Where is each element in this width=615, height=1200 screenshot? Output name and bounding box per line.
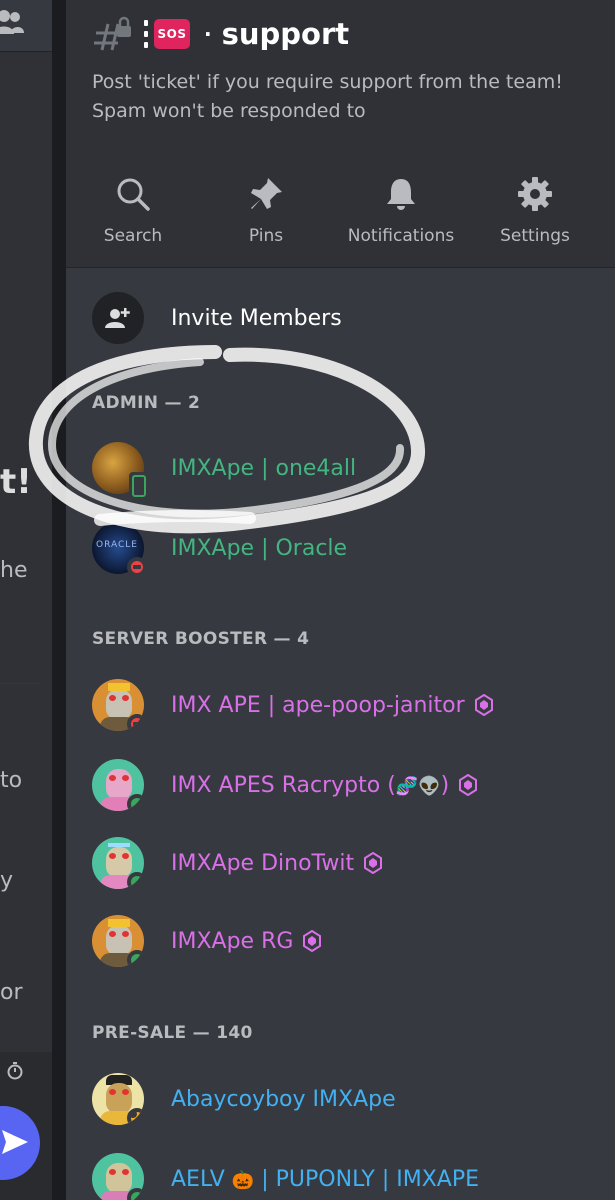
bell-icon — [387, 179, 415, 210]
idle-status-icon — [127, 1108, 144, 1125]
member-name-text: AELV — [171, 1166, 232, 1192]
invite-members-label: Invite Members — [171, 305, 342, 331]
search-label: Search — [103, 226, 163, 246]
send-icon — [2, 1130, 28, 1154]
avatar — [92, 1073, 144, 1125]
separator-dots — [144, 20, 148, 48]
section-header-server-booster: SERVER BOOSTER — 4 — [92, 629, 310, 649]
online-status-icon — [127, 794, 144, 811]
server-booster-icon — [364, 852, 383, 874]
member-item[interactable]: IMXApe | one4all — [92, 440, 602, 500]
notifications-button[interactable]: Notifications — [334, 176, 468, 246]
background-top-bar — [0, 0, 52, 52]
channel-actions: Search Pins Notifications Settings — [66, 176, 615, 256]
channel-drawer: SOS · support Post 'ticket' if you requi… — [66, 0, 615, 1200]
invite-members-button[interactable]: Invite Members — [92, 292, 342, 344]
avatar — [92, 837, 144, 889]
locked-channel-hash-icon — [94, 16, 131, 51]
title-separator: · — [204, 22, 212, 46]
member-name: IMXApe | one4all — [171, 455, 357, 481]
background-text-fragment: or — [0, 980, 23, 1005]
dnd-status-icon — [127, 557, 147, 577]
add-user-icon — [92, 292, 144, 344]
channel-name: support — [221, 17, 350, 51]
pins-label: Pins — [248, 226, 284, 246]
notifications-label: Notifications — [347, 226, 455, 246]
server-booster-icon — [474, 694, 493, 716]
section-header-pre-sale: PRE-SALE — 140 — [92, 1023, 253, 1043]
sos-emoji: SOS — [154, 19, 190, 49]
member-name: IMX APE | ape-poop-janitor — [171, 692, 465, 718]
member-item[interactable]: IMXApe DinoTwit — [92, 835, 602, 891]
member-item[interactable]: IMX APES Racrypto (🧬👽) — [92, 757, 602, 813]
mobile-status-icon — [129, 472, 149, 500]
member-item[interactable]: Abaycoyboy IMXApe — [92, 1071, 602, 1127]
avatar — [92, 442, 149, 500]
member-name: IMXApe DinoTwit — [171, 850, 355, 876]
timer-icon[interactable] — [6, 1062, 24, 1080]
background-chat-panel: t! he to y or — [0, 0, 52, 1200]
section-header-admin: ADMIN — 2 — [92, 393, 201, 413]
member-item[interactable]: IMX APE | ape-poop-janitor — [92, 677, 602, 733]
background-text-fragment: y — [0, 868, 14, 893]
dna-alien-emoji: 🧬👽 — [395, 775, 441, 797]
channel-topic: Post 'ticket' if you require support fro… — [92, 71, 563, 122]
settings-button[interactable]: Settings — [468, 176, 602, 246]
avatar — [92, 915, 144, 967]
server-booster-icon — [459, 774, 478, 796]
search-button[interactable]: Search — [66, 176, 200, 246]
member-name-suffix: | PUPONLY | IMXAPE — [254, 1166, 480, 1192]
member-name: IMX APES Racrypto (🧬👽) — [171, 773, 449, 798]
search-icon — [117, 178, 150, 211]
pumpkin-emoji: 🎃 — [231, 1169, 255, 1191]
member-name-text: IMX APES Racrypto ( — [171, 772, 396, 798]
avatar: ORACLE — [92, 522, 147, 577]
member-item[interactable]: AELV 🎃 | PUPONLY | IMXAPE — [92, 1151, 602, 1200]
members-icon[interactable] — [0, 8, 24, 36]
avatar-text: ORACLE — [96, 540, 138, 550]
avatar — [92, 679, 144, 731]
background-text-fragment: t! — [0, 462, 32, 502]
member-name: Abaycoyboy IMXApe — [171, 1086, 396, 1112]
pins-button[interactable]: Pins — [199, 176, 333, 246]
member-name: IMXApe | Oracle — [171, 535, 348, 561]
member-name: IMXApe RG — [171, 928, 294, 954]
member-item[interactable]: IMXApe RG — [92, 913, 602, 969]
member-item[interactable]: ORACLE IMXApe | Oracle — [92, 520, 602, 577]
drawer-edge — [52, 0, 66, 1200]
online-status-icon — [127, 1188, 144, 1200]
background-divider — [0, 683, 40, 684]
background-text-fragment: he — [0, 558, 28, 583]
dnd-status-icon — [127, 714, 144, 731]
server-booster-icon — [303, 930, 322, 952]
gear-icon — [518, 177, 552, 211]
avatar — [92, 1153, 144, 1200]
pin-icon — [251, 178, 282, 209]
avatar — [92, 759, 144, 811]
channel-title: SOS · support — [92, 14, 349, 54]
member-name-suffix: ) — [440, 772, 450, 798]
background-text-fragment: to — [0, 768, 23, 793]
online-status-icon — [127, 872, 144, 889]
member-name: AELV 🎃 | PUPONLY | IMXAPE — [171, 1167, 479, 1192]
channel-header: SOS · support Post 'ticket' if you requi… — [66, 0, 615, 268]
online-status-icon — [127, 950, 144, 967]
settings-label: Settings — [500, 226, 570, 246]
